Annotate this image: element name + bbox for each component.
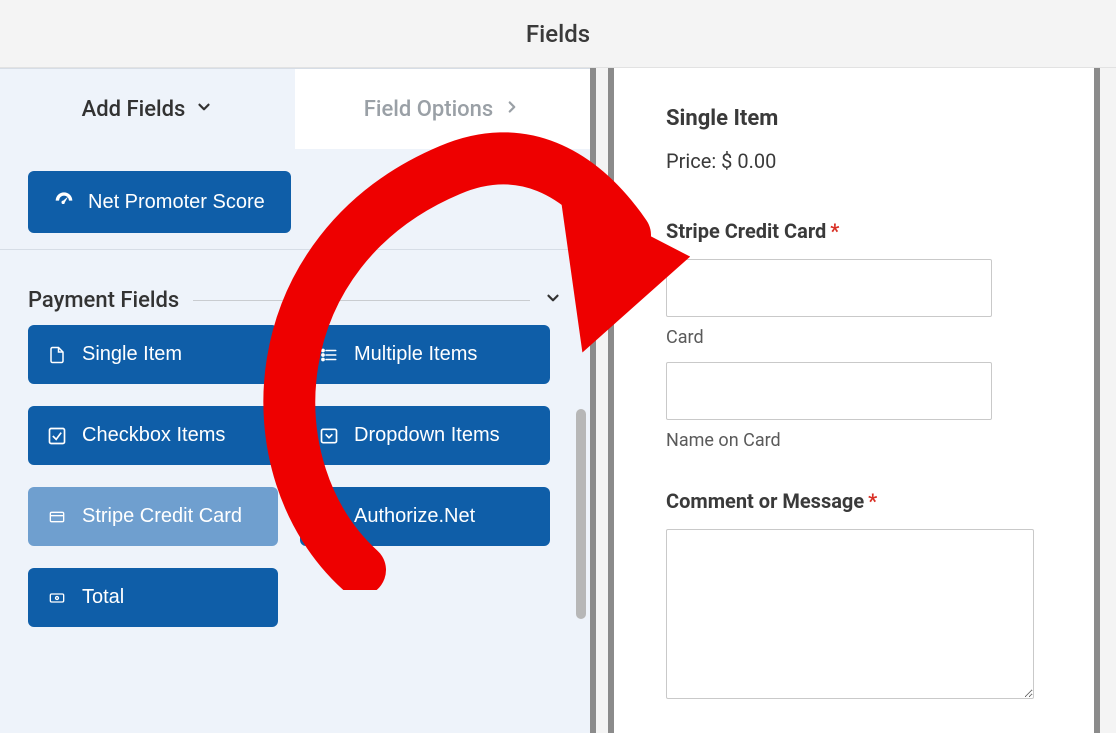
item-price: Price: $ 0.00 xyxy=(666,149,1064,173)
tab-add-fields[interactable]: Add Fields xyxy=(0,69,295,149)
button-label: Multiple Items xyxy=(354,343,477,366)
dropdown-icon xyxy=(318,425,340,447)
item-title: Single Item xyxy=(666,106,1064,131)
file-icon xyxy=(46,344,68,366)
button-label: Dropdown Items xyxy=(354,424,500,447)
page-title: Fields xyxy=(0,0,1116,68)
tab-field-options[interactable]: Field Options xyxy=(295,69,590,149)
credit-card-icon xyxy=(46,506,68,528)
panel-divider xyxy=(590,68,614,733)
other-fields-row: Net Promoter Score xyxy=(0,149,590,250)
required-asterisk: * xyxy=(868,489,877,513)
button-label: Stripe Credit Card xyxy=(82,505,242,528)
checkbox-icon xyxy=(46,425,68,447)
page-title-text: Fields xyxy=(526,20,590,48)
stripe-field-block: Stripe Credit Card* Card Name on Card xyxy=(666,219,1064,451)
form-preview: Single Item Price: $ 0.00 Stripe Credit … xyxy=(614,68,1116,733)
chevron-right-icon xyxy=(503,97,521,122)
label-text: Stripe Credit Card xyxy=(666,219,826,243)
checkbox-items-button[interactable]: Checkbox Items xyxy=(28,406,278,465)
button-label: Net Promoter Score xyxy=(88,191,265,214)
card-input[interactable] xyxy=(666,259,992,317)
tab-label: Field Options xyxy=(364,97,494,122)
comment-label: Comment or Message* xyxy=(666,489,1064,513)
button-label: Checkbox Items xyxy=(82,424,225,447)
comment-textarea[interactable] xyxy=(666,529,1034,699)
stripe-label: Stripe Credit Card* xyxy=(666,219,1064,243)
tab-label: Add Fields xyxy=(82,97,186,122)
dropdown-items-button[interactable]: Dropdown Items xyxy=(300,406,550,465)
main-content: Add Fields Field Options Net Promoter Sc… xyxy=(0,68,1116,733)
payment-fields-grid: Single Item Multiple Items Checkbox Item… xyxy=(0,325,590,637)
credit-card-icon xyxy=(318,506,340,528)
divider-line xyxy=(193,300,530,301)
comment-field-block: Comment or Message* xyxy=(666,489,1064,704)
tabs: Add Fields Field Options xyxy=(0,69,590,149)
button-label: Authorize.Net xyxy=(354,505,475,528)
scrollbar-thumb[interactable] xyxy=(576,409,586,619)
button-label: Single Item xyxy=(82,343,182,366)
name-sublabel: Name on Card xyxy=(666,430,1064,451)
preview-right-edge xyxy=(1094,68,1116,733)
multiple-items-button[interactable]: Multiple Items xyxy=(300,325,550,384)
money-icon xyxy=(46,587,68,609)
chevron-down-icon xyxy=(544,288,562,313)
section-payment-fields[interactable]: Payment Fields xyxy=(0,250,590,325)
authorize-net-button[interactable]: Authorize.Net xyxy=(300,487,550,546)
left-panel: Add Fields Field Options Net Promoter Sc… xyxy=(0,68,590,733)
net-promoter-score-button[interactable]: Net Promoter Score xyxy=(28,171,291,233)
gauge-icon xyxy=(54,189,74,215)
name-on-card-input[interactable] xyxy=(666,362,992,420)
button-label: Total xyxy=(82,586,124,609)
required-asterisk: * xyxy=(830,219,839,243)
card-sublabel: Card xyxy=(666,327,1064,348)
single-item-button[interactable]: Single Item xyxy=(28,325,278,384)
stripe-credit-card-button[interactable]: Stripe Credit Card xyxy=(28,487,278,546)
chevron-down-icon xyxy=(195,97,213,122)
label-text: Comment or Message xyxy=(666,489,864,513)
total-button[interactable]: Total xyxy=(28,568,278,627)
list-icon xyxy=(318,344,340,366)
section-title: Payment Fields xyxy=(28,288,179,313)
